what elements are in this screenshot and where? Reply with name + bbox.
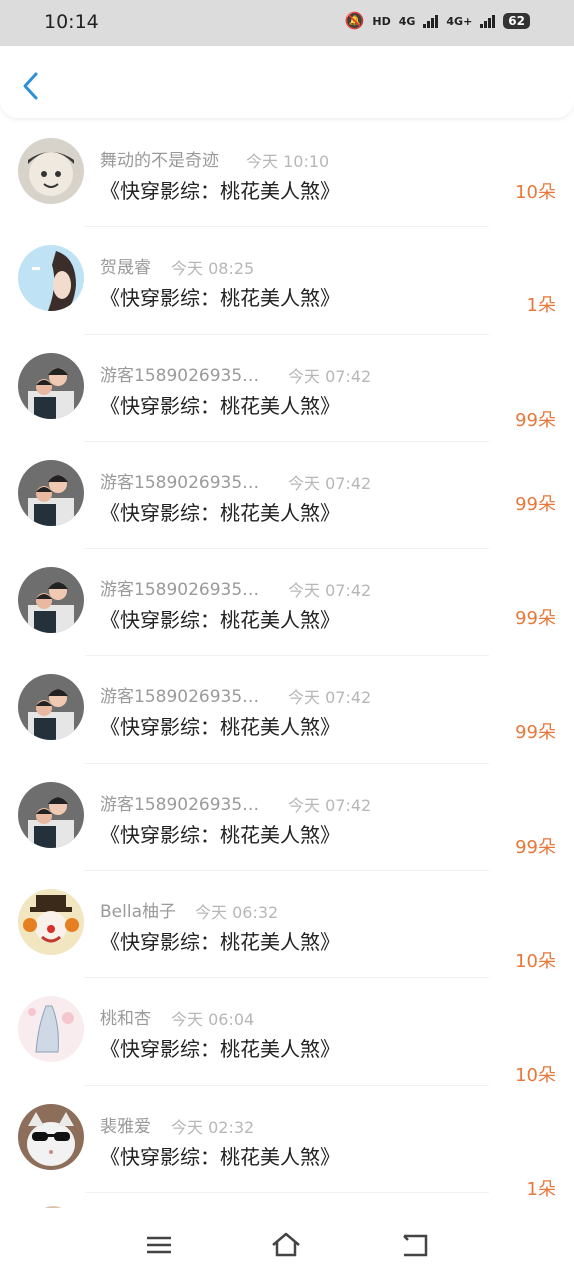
signal-icon-2 — [480, 14, 496, 28]
timestamp: 今天 02:32 — [171, 1117, 255, 1137]
user-name: Bella柚子 — [100, 902, 176, 923]
header — [0, 46, 574, 118]
avatar[interactable] — [18, 459, 84, 526]
menu-icon[interactable] — [143, 1230, 175, 1260]
status-bar: 10:14 🔕 HD 4G 4G+ 62 — [0, 0, 574, 46]
avatar[interactable] — [18, 781, 84, 848]
flower-count: 99朵 — [515, 493, 556, 515]
flower-count: 1朵 — [526, 295, 556, 317]
avatar[interactable] — [18, 245, 84, 312]
avatar[interactable] — [18, 567, 84, 634]
avatar[interactable] — [18, 352, 84, 419]
list-item[interactable]: 桃和杏 今天 06:04 《快穿影综：桃花美人煞》 10朵 — [0, 978, 574, 1087]
flower-count: 99朵 — [515, 409, 556, 431]
list-item[interactable]: 游客1589026935… 今天 07:42 《快穿影综：桃花美人煞》 99朵 — [0, 549, 574, 657]
timestamp: 今天 07:42 — [288, 366, 372, 386]
timestamp: 今天 07:42 — [288, 688, 372, 708]
flower-count: 10朵 — [515, 182, 556, 203]
timestamp: 今天 07:42 — [288, 581, 372, 601]
list-item[interactable]: 游客1589026935… 今天 07:42 《快穿影综：桃花美人煞》 99朵 — [0, 442, 574, 550]
user-name: 舞动的不是奇迹 — [100, 151, 219, 171]
timestamp: 今天 06:04 — [171, 1010, 255, 1030]
gift-list: 舞动的不是奇迹 今天 10:10 《快穿影综：桃花美人煞》 10朵 贺晟睿 今天 08:2… — [0, 120, 574, 1200]
timestamp: 今天 06:32 — [195, 903, 279, 923]
timestamp: 今天 07:42 — [288, 795, 372, 815]
list-item[interactable]: 贺晟睿 今天 08:25 《快穿影综：桃花美人煞》 1朵 — [0, 227, 574, 335]
book-title: 《快穿影综：桃花美人煞》 — [100, 930, 340, 955]
book-title: 《快穿影综：桃花美人煞》 — [100, 179, 340, 203]
book-title: 《快穿影综：桃花美人煞》 — [100, 715, 340, 740]
flower-count: 10朵 — [515, 1065, 556, 1087]
user-name: 游客1589026935… — [100, 580, 260, 601]
back-icon[interactable] — [398, 1230, 430, 1260]
avatar[interactable] — [18, 889, 84, 956]
list-item[interactable]: Bella柚子 今天 06:32 《快穿影综：桃花美人煞》 10朵 — [0, 871, 574, 979]
battery-icon: 62 — [503, 13, 530, 29]
timestamp: 今天 07:42 — [288, 473, 372, 493]
avatar[interactable] — [18, 996, 84, 1063]
avatar[interactable] — [18, 674, 84, 741]
home-icon[interactable] — [270, 1230, 302, 1260]
flower-count: 99朵 — [515, 722, 556, 744]
book-title: 《快穿影综：桃花美人煞》 — [100, 1037, 340, 1062]
timestamp: 今天 08:25 — [171, 259, 255, 279]
list-item[interactable]: 游客1589026935… 今天 07:42 《快穿影综：桃花美人煞》 99朵 — [0, 656, 574, 765]
book-title: 《快穿影综：桃花美人煞》 — [100, 286, 340, 311]
book-title: 《快穿影综：桃花美人煞》 — [100, 608, 340, 633]
system-nav-bar — [0, 1208, 574, 1280]
list-item[interactable]: 游客1589026935… 今天 07:42 《快穿影综：桃花美人煞》 99朵 — [0, 764, 574, 872]
list-item[interactable]: 游客1589026935… 今天 07:42 《快穿影综：桃花美人煞》 99朵 — [0, 335, 574, 443]
user-name: 游客1589026935… — [100, 794, 260, 815]
user-name: 游客1589026935… — [100, 365, 260, 386]
network-label-1: 4G — [398, 14, 416, 28]
user-name: 桃和杏 — [100, 1009, 151, 1030]
avatar[interactable] — [18, 1103, 84, 1170]
user-name: 游客1589026935… — [100, 472, 260, 493]
user-name: 游客1589026935… — [100, 687, 260, 708]
list-item[interactable]: 舞动的不是奇迹 今天 10:10 《快穿影综：桃花美人煞》 10朵 — [0, 120, 574, 228]
flower-count: 99朵 — [515, 608, 556, 630]
chevron-left-icon[interactable] — [20, 70, 42, 102]
muted-bell-icon: 🔕 — [344, 11, 365, 30]
list-item[interactable]: 裴雅爱 今天 02:32 《快穿影综：桃花美人煞》 1朵 — [0, 1086, 574, 1200]
timestamp: 今天 10:10 — [246, 152, 330, 171]
network-label-2: 4G+ — [446, 14, 473, 28]
flower-count: 99朵 — [515, 836, 556, 858]
avatar[interactable] — [18, 138, 84, 204]
user-name: 贺晟睿 — [100, 258, 151, 279]
book-title: 《快穿影综：桃花美人煞》 — [100, 1144, 340, 1169]
book-title: 《快穿影综：桃花美人煞》 — [100, 822, 340, 847]
signal-icon-1 — [423, 14, 439, 28]
book-title: 《快穿影综：桃花美人煞》 — [100, 393, 340, 418]
status-time: 10:14 — [44, 11, 99, 33]
hd-label: HD — [372, 14, 391, 28]
user-name: 裴雅爱 — [100, 1116, 151, 1137]
flower-count: 1朵 — [526, 1178, 556, 1200]
flower-count: 10朵 — [515, 951, 556, 973]
book-title: 《快穿影综：桃花美人煞》 — [100, 500, 340, 525]
status-icons: 🔕 HD 4G 4G+ 62 — [344, 13, 530, 29]
